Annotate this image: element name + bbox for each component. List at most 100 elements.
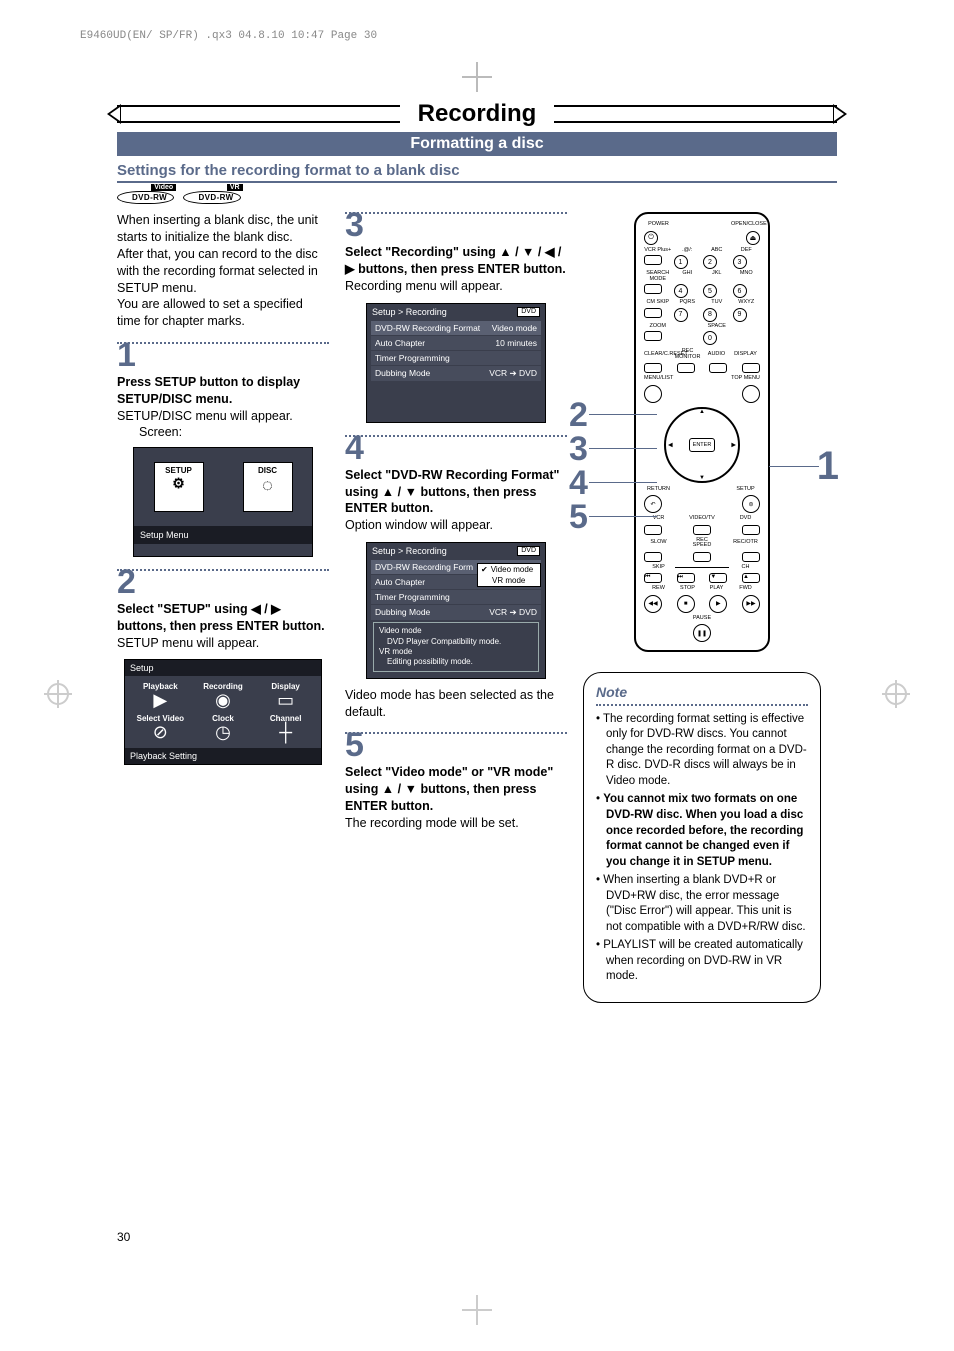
- osd-popup: ✔Video mode VR mode: [477, 563, 541, 587]
- callout-line: [589, 414, 657, 415]
- num-0: 0: [703, 331, 717, 345]
- nav-pad: ▲ ▼ ◀ ▶ ENTER: [664, 407, 740, 483]
- print-header: E9460UD(EN/ SP/FR) .qx3 04.8.10 10:47 Pa…: [80, 30, 377, 42]
- num-4: 4: [674, 284, 688, 298]
- osd-recording-menu: Setup > RecordingDVD DVD-RW Recording Fo…: [366, 303, 546, 423]
- num-3: 3: [733, 255, 747, 269]
- display-button: [742, 363, 760, 373]
- osd-cell-playback: Playback▶: [129, 680, 192, 712]
- ch-up-button: ▲: [742, 573, 760, 583]
- power-icon: ⏻: [644, 231, 658, 245]
- recmon-button: [677, 363, 695, 373]
- note-item: When inserting a blank DVD+R or DVD+RW d…: [596, 873, 808, 935]
- section-heading: Formatting a disc: [117, 132, 837, 156]
- osd-info-box: Video mode DVD Player Compatibility mode…: [373, 622, 539, 672]
- right-arrow-icon: ▶: [731, 441, 736, 448]
- audio-button: [709, 363, 727, 373]
- crop-mark-top: [466, 66, 488, 88]
- step-4-below: Video mode has been selected as the defa…: [345, 687, 567, 721]
- badge-video: ◗ DVD-RW Video: [117, 191, 174, 204]
- note-item: The recording format setting is effectiv…: [596, 712, 808, 790]
- setup-button: ⊜: [742, 495, 760, 513]
- num-8: 8: [703, 308, 717, 322]
- menulist-button: [644, 385, 662, 403]
- left-arrow-icon: ◀: [668, 441, 673, 448]
- step-4-text: Option window will appear.: [345, 517, 567, 534]
- skip-fwd-button: ⏭: [677, 573, 695, 583]
- settings-heading: Settings for the recording format to a b…: [117, 162, 837, 183]
- step-2-text: SETUP menu will appear.: [117, 635, 329, 652]
- topmenu-button: [742, 385, 760, 403]
- osd-disc-tile: DISC ◌: [243, 462, 293, 512]
- page-title-banner: Recording: [117, 100, 837, 128]
- return-button: ↶: [644, 495, 662, 513]
- intro-p3: You are allowed to set a specified time …: [117, 296, 329, 330]
- osd-footer: Setup Menu: [134, 526, 312, 544]
- dvd-button: [742, 525, 760, 535]
- step-5-number: 5: [345, 728, 567, 762]
- num-1: 1: [674, 255, 688, 269]
- remote-illustration: POWEROPEN/CLOSE ⏻⏏ VCR Plus+.@/:ABCDEF 1…: [583, 212, 821, 652]
- step-3-number: 3: [345, 208, 567, 242]
- step-2-number: 2: [117, 565, 329, 599]
- disc-badges: ◗ DVD-RW Video ◗ DVD-RW VR: [117, 189, 837, 204]
- step-3-text: Recording menu will appear.: [345, 278, 567, 295]
- page-number: 30: [117, 1230, 130, 1244]
- ch-down-button: ▼: [709, 573, 727, 583]
- zoom-button: [644, 331, 662, 341]
- callout-line: [589, 448, 657, 449]
- step-5-heading: Select "Video mode" or "VR mode" using ▲…: [345, 764, 567, 815]
- up-arrow-icon: ▲: [699, 409, 705, 415]
- osd-setup-menu: Setup Playback▶ Recording◉ Display▭ Sele…: [124, 659, 322, 765]
- step-1-heading: Press SETUP button to display SETUP/DISC…: [117, 374, 329, 408]
- osd-recording-format: Setup > RecordingDVD DVD-RW Recording Fo…: [366, 542, 546, 679]
- callout-1: 1: [817, 444, 839, 489]
- crop-mark-right: [882, 680, 910, 708]
- osd-cell-selvideo: Select Video⊘: [129, 712, 192, 744]
- eject-icon: ⏏: [746, 231, 760, 245]
- badge-vr: ◗ DVD-RW VR: [183, 191, 240, 204]
- step-1-text: SETUP/DISC menu will appear.: [117, 408, 329, 425]
- skip-back-button: ⏮: [644, 573, 662, 583]
- osd-cell-recording: Recording◉: [192, 680, 255, 712]
- chevron-left-icon: [107, 104, 121, 124]
- cmskip-button: [644, 308, 662, 318]
- page-title: Recording: [400, 100, 555, 128]
- step-4-heading: Select "DVD-RW Recording Format" using ▲…: [345, 467, 567, 518]
- enter-button: ENTER: [689, 438, 715, 452]
- num-6: 6: [733, 284, 747, 298]
- step-2-heading: Select "SETUP" using ◀ / ▶ buttons, then…: [117, 601, 329, 635]
- down-arrow-icon: ▼: [699, 475, 705, 481]
- stop-button: ■: [677, 595, 695, 613]
- note-heading: Note: [596, 683, 808, 702]
- callout-5: 5: [569, 498, 588, 537]
- videotv-button: [693, 525, 711, 535]
- search-button: [644, 284, 662, 294]
- callout-line: [589, 482, 657, 483]
- play-button: ▶: [709, 595, 727, 613]
- recspeed-button: [693, 552, 711, 562]
- osd-cell-clock: Clock◷: [192, 712, 255, 744]
- osd-setup-tile: SETUP ⚙: [154, 462, 204, 512]
- callout-line: [589, 516, 657, 517]
- osd-cell-display: Display▭: [254, 680, 317, 712]
- note-box: Note The recording format setting is eff…: [583, 672, 821, 1003]
- crop-mark-bottom: [466, 1299, 488, 1321]
- step-1-screen-label: Screen:: [139, 425, 329, 439]
- num-2: 2: [703, 255, 717, 269]
- fwd-button: ▶▶: [742, 595, 760, 613]
- recotr-button: [742, 552, 760, 562]
- rew-button: ◀◀: [644, 595, 662, 613]
- num-5: 5: [703, 284, 717, 298]
- pause-button: ❚❚: [693, 624, 711, 642]
- num-7: 7: [674, 308, 688, 322]
- intro-p1: When inserting a blank disc, the unit st…: [117, 212, 329, 246]
- step-1-number: 1: [117, 338, 329, 372]
- note-item: You cannot mix two formats on one DVD-RW…: [596, 792, 808, 870]
- vcr-button: [644, 525, 662, 535]
- crop-mark-left: [44, 680, 72, 708]
- slow-button: [644, 552, 662, 562]
- step-5-text: The recording mode will be set.: [345, 815, 567, 832]
- chevron-right-icon: [833, 104, 847, 124]
- step-3-heading: Select "Recording" using ▲ / ▼ / ◀ / ▶ b…: [345, 244, 567, 278]
